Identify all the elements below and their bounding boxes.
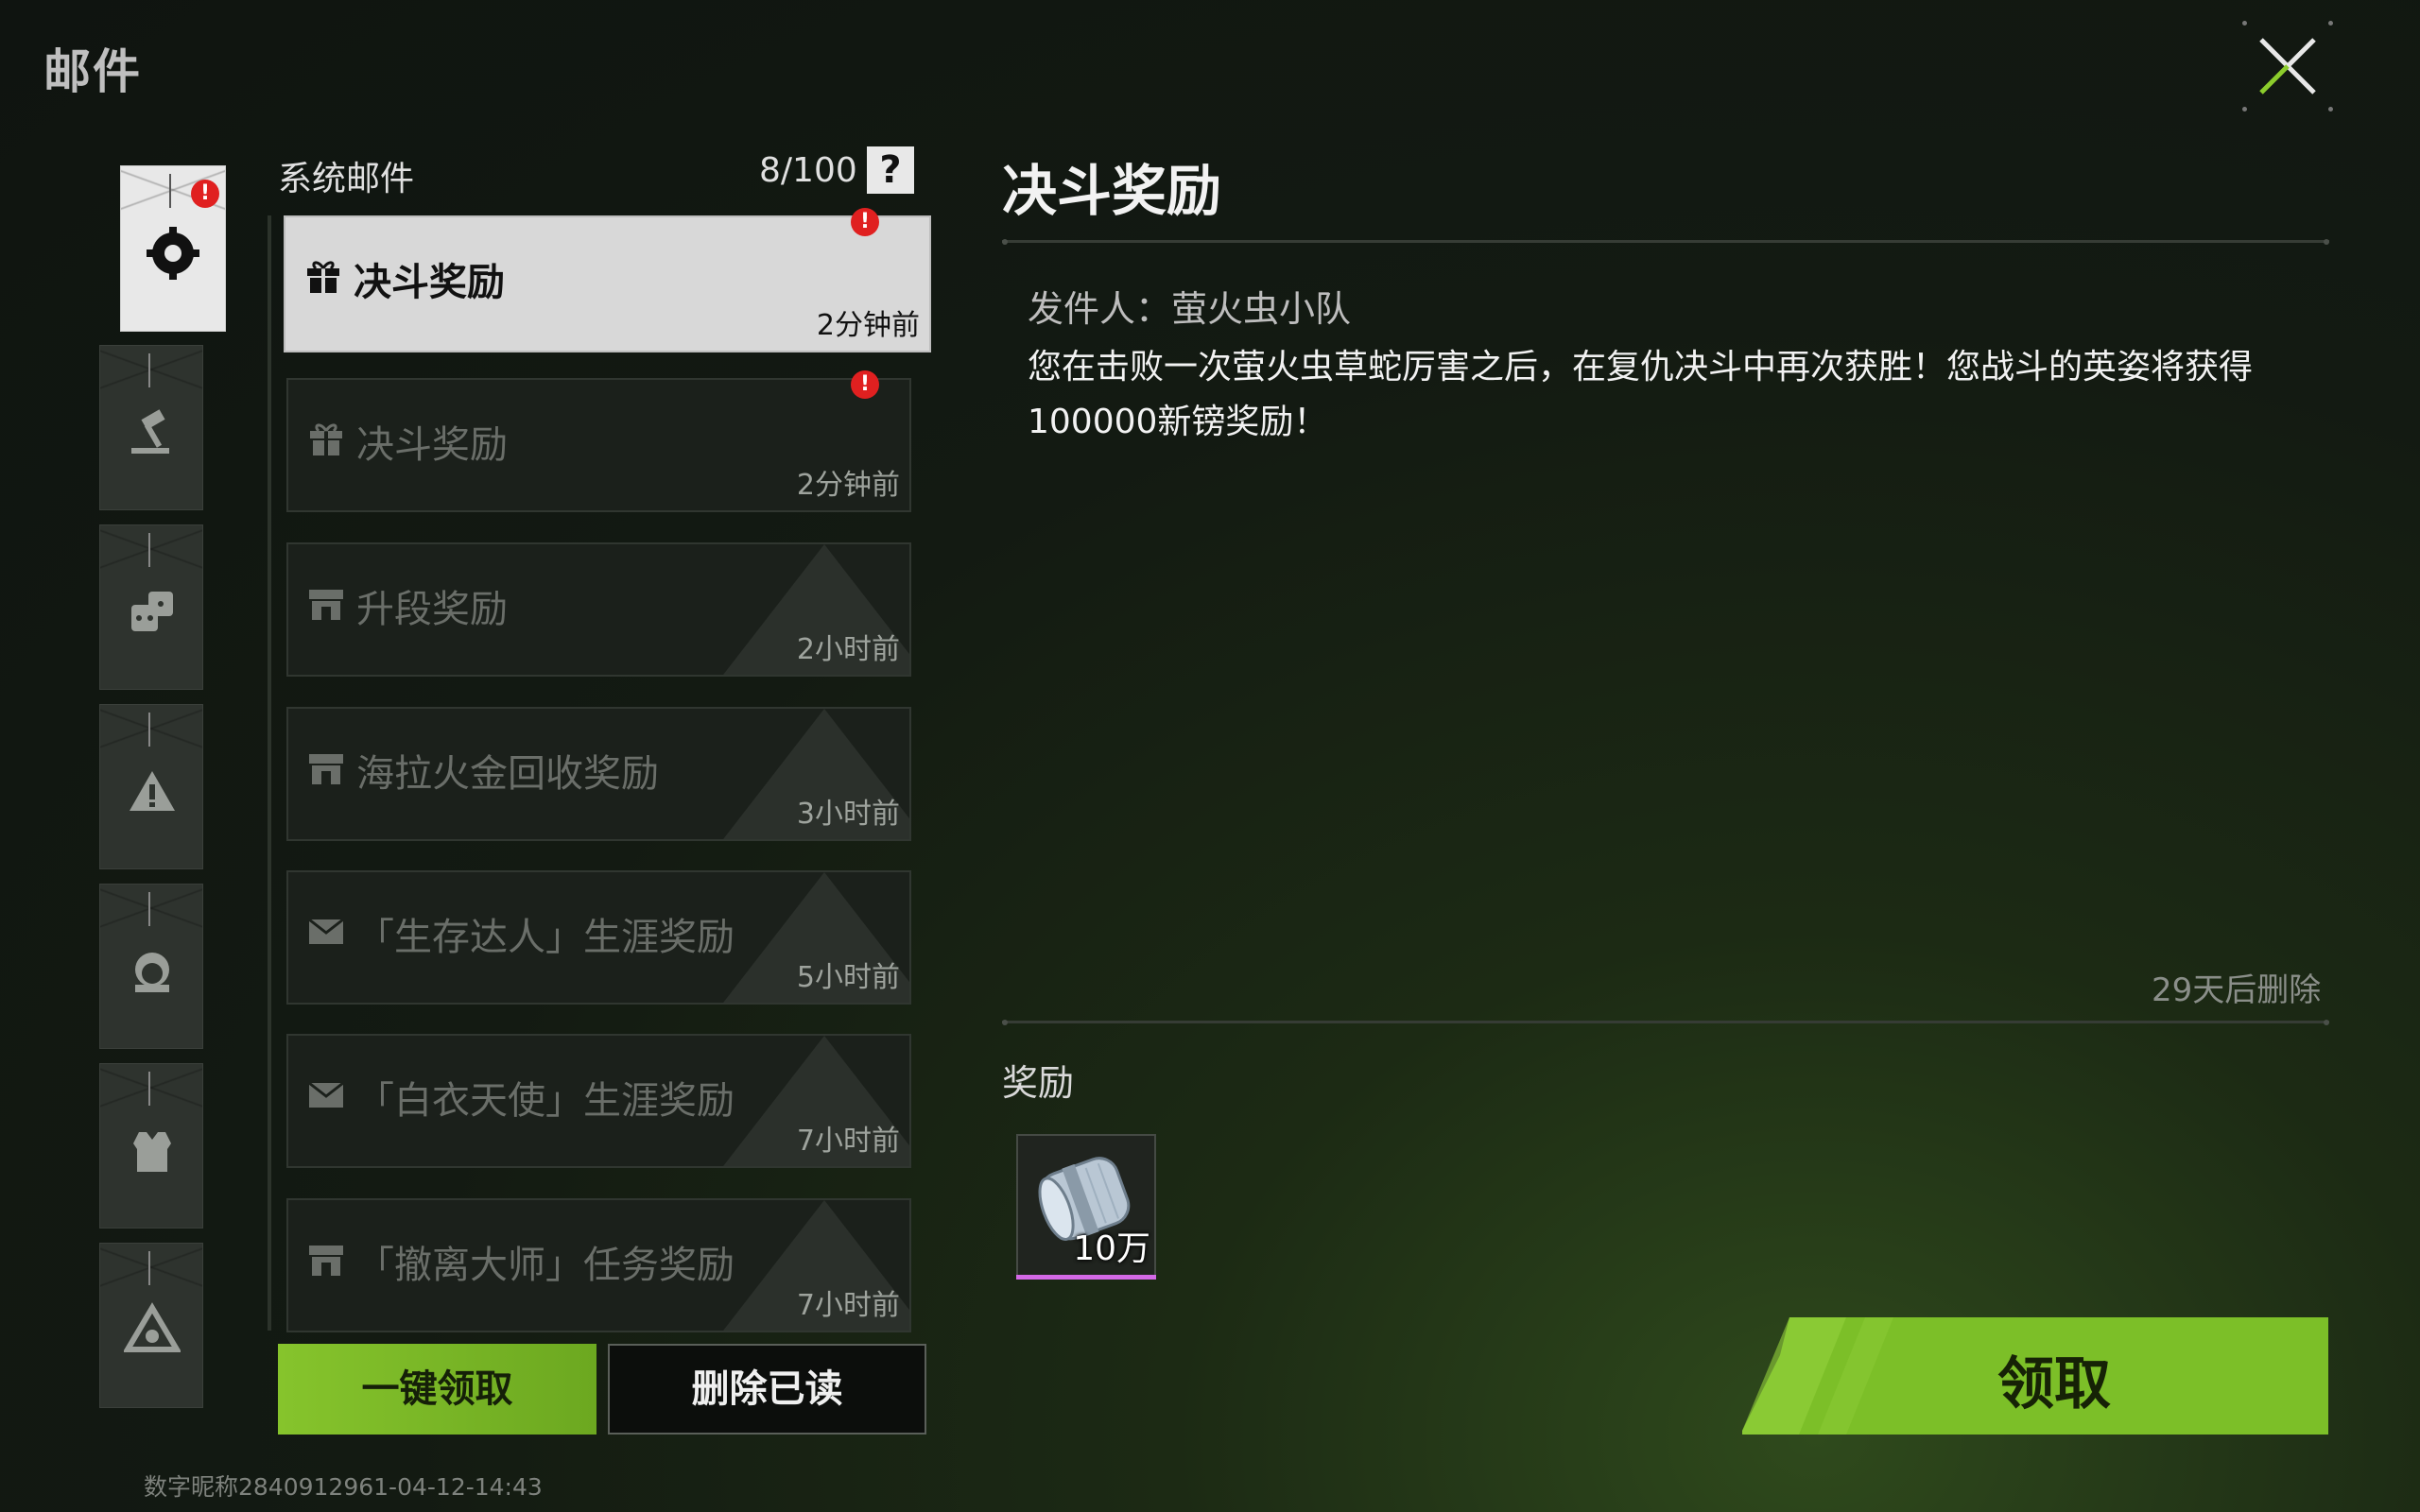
mail-item[interactable]: 「撤离大师」任务奖励 7小时前 xyxy=(286,1198,911,1332)
sender-line: 发件人：萤火虫小队 xyxy=(1028,288,1352,330)
mail-time: 2分钟前 xyxy=(816,309,920,342)
reward-quantity: 10万 xyxy=(1073,1229,1150,1268)
envelope-icon xyxy=(308,1081,344,1108)
gear-icon xyxy=(147,227,199,280)
category-system[interactable]: ! xyxy=(120,165,226,332)
shop-icon xyxy=(309,1246,343,1276)
mail-item[interactable]: 决斗奖励 2分钟前 xyxy=(284,215,931,352)
claim-button-label: 领取 xyxy=(1997,1351,2111,1418)
shop-icon xyxy=(309,754,343,784)
mail-time: 2分钟前 xyxy=(796,469,900,502)
category-extract[interactable] xyxy=(99,1243,203,1408)
mail-time: 7小时前 xyxy=(796,1125,900,1158)
mail-count: 8/100 xyxy=(759,151,857,190)
claim-button[interactable]: 领取 xyxy=(1742,1317,2328,1435)
hammer-icon xyxy=(131,409,169,454)
page-title: 邮件 xyxy=(43,44,142,99)
mail-title: 决斗奖励 xyxy=(354,261,505,304)
reward-item[interactable]: 10万 xyxy=(1016,1134,1156,1280)
unread-badge: ! xyxy=(851,370,879,399)
category-activity[interactable] xyxy=(99,524,203,690)
mail-title: 海拉火金回收奖励 xyxy=(356,752,659,796)
mail-item[interactable]: 「白衣天使」生涯奖励 7小时前 xyxy=(286,1034,911,1168)
mail-title: 「白衣天使」生涯奖励 xyxy=(356,1079,735,1123)
unread-badge: ! xyxy=(851,208,879,236)
category-armor[interactable] xyxy=(99,1063,203,1228)
unread-badge: ! xyxy=(191,180,219,208)
dice-icon xyxy=(131,592,173,631)
mail-time: 5小时前 xyxy=(796,961,900,994)
mail-item[interactable]: 决斗奖励 2分钟前 xyxy=(286,378,911,512)
mail-title: 「生存达人」生涯奖励 xyxy=(356,916,735,959)
detail-title: 决斗奖励 xyxy=(1002,159,1222,223)
mail-item[interactable]: 「生存达人」生涯奖励 5小时前 xyxy=(286,870,911,1005)
mail-body: 您在击败一次萤火虫草蛇厉害之后，在复仇决斗中再次获胜！您战斗的英姿将获得1000… xyxy=(1028,348,2254,441)
mail-time: 7小时前 xyxy=(796,1289,900,1322)
mail-item[interactable]: 海拉火金回收奖励 3小时前 xyxy=(286,707,911,841)
mail-title: 「撤离大师」任务奖励 xyxy=(356,1244,735,1287)
mail-time: 3小时前 xyxy=(796,798,900,831)
character-icon xyxy=(135,953,169,992)
gift-icon xyxy=(310,423,342,455)
reward-label: 奖励 xyxy=(1002,1062,1075,1104)
category-character[interactable] xyxy=(99,884,203,1049)
delete-read-button[interactable]: 删除已读 xyxy=(608,1344,926,1435)
mail-time: 2小时前 xyxy=(796,633,900,666)
divider xyxy=(1002,239,2329,245)
help-button[interactable]: ? xyxy=(867,146,914,194)
expire-note: 29天后删除 xyxy=(2152,971,2322,1009)
envelope-icon xyxy=(308,918,344,944)
gift-icon xyxy=(307,261,339,293)
vest-icon xyxy=(133,1132,171,1172)
category-rank[interactable] xyxy=(99,345,203,510)
rarity-bar xyxy=(1016,1275,1156,1280)
player-id-stamp: 数字昵称2840912961-04-12-14:43 xyxy=(144,1473,543,1501)
list-title: 系统邮件 xyxy=(278,160,415,198)
mail-title: 升段奖励 xyxy=(356,588,508,631)
extract-icon xyxy=(124,1302,181,1352)
mail-title: 决斗奖励 xyxy=(356,423,508,467)
divider xyxy=(1002,1020,2329,1025)
category-warning[interactable] xyxy=(99,704,203,869)
claim-all-button[interactable]: 一键领取 xyxy=(278,1344,596,1435)
warning-icon xyxy=(130,771,175,811)
list-divider xyxy=(268,215,271,1331)
close-button[interactable] xyxy=(2242,21,2333,112)
close-icon xyxy=(2259,38,2316,94)
shop-icon xyxy=(309,590,343,620)
mail-item[interactable]: 升段奖励 2小时前 xyxy=(286,542,911,677)
